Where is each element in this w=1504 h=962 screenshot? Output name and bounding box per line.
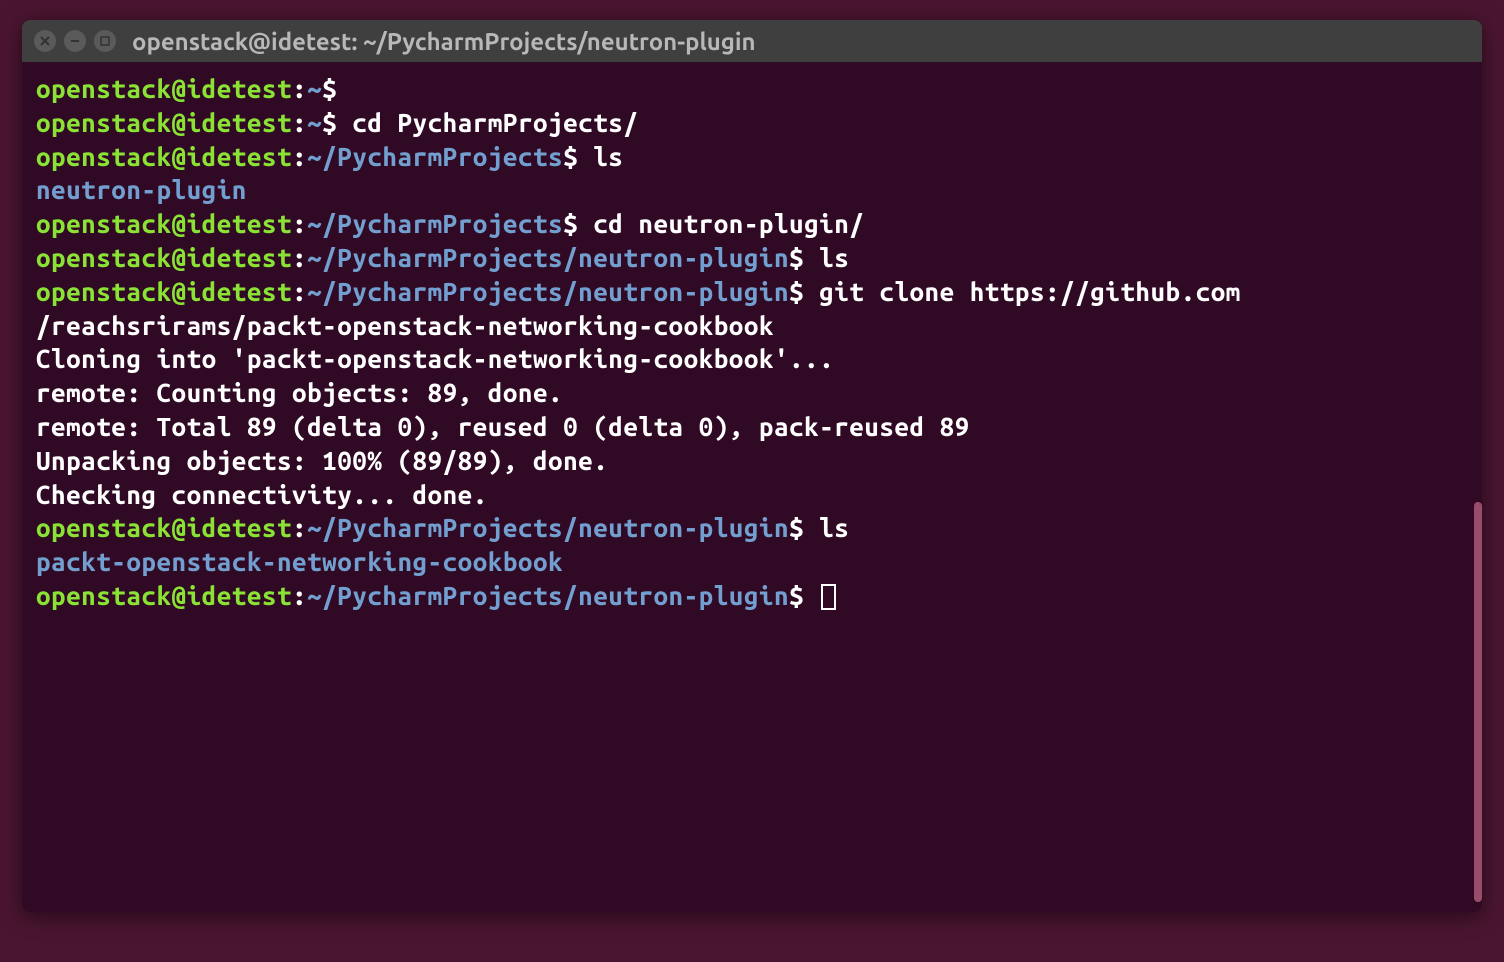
prompt-colon: :: [292, 209, 307, 238]
output-directory: neutron-plugin: [36, 175, 247, 204]
prompt-dollar: $: [322, 74, 337, 103]
prompt-colon: :: [292, 277, 307, 306]
window-controls: [34, 30, 116, 52]
close-icon: [40, 36, 50, 46]
prompt-user-host: openstack@idetest: [36, 513, 292, 542]
terminal-line: openstack@idetest:~/PycharmProjects/neut…: [36, 579, 1468, 613]
prompt-colon: :: [292, 142, 307, 171]
minimize-icon: [70, 36, 80, 46]
prompt-colon: :: [292, 581, 307, 610]
prompt-colon: :: [292, 108, 307, 137]
prompt-user-host: openstack@idetest: [36, 74, 292, 103]
output-text: Cloning into 'packt-openstack-networking…: [36, 344, 834, 373]
command-text: ls: [819, 513, 849, 542]
terminal-line: /reachsrirams/packt-openstack-networking…: [36, 309, 1468, 343]
prompt-path: ~/PycharmProjects/neutron-plugin: [307, 513, 789, 542]
scrollbar[interactable]: [1474, 502, 1482, 902]
command-text: /reachsrirams/packt-openstack-networking…: [36, 311, 774, 340]
terminal-window: openstack@idetest: ~/PycharmProjects/neu…: [22, 20, 1482, 912]
terminal-line: neutron-plugin: [36, 173, 1468, 207]
window-title: openstack@idetest: ~/PycharmProjects/neu…: [132, 28, 756, 55]
prompt-colon: :: [292, 74, 307, 103]
minimize-button[interactable]: [64, 30, 86, 52]
prompt-user-host: openstack@idetest: [36, 108, 292, 137]
command-text: ls: [819, 243, 849, 272]
command-text: git clone https://github.com: [819, 277, 1241, 306]
prompt-dollar: $: [322, 108, 337, 137]
prompt-user-host: openstack@idetest: [36, 142, 292, 171]
prompt-user-host: openstack@idetest: [36, 277, 292, 306]
prompt-dollar: $: [789, 581, 804, 610]
command-text: cd neutron-plugin/: [593, 209, 864, 238]
terminal-line: openstack@idetest:~/PycharmProjects/neut…: [36, 241, 1468, 275]
output-directory: packt-openstack-networking-cookbook: [36, 547, 563, 576]
maximize-button[interactable]: [94, 30, 116, 52]
prompt-path: ~/PycharmProjects/neutron-plugin: [307, 277, 789, 306]
terminal-line: Cloning into 'packt-openstack-networking…: [36, 342, 1468, 376]
prompt-colon: :: [292, 243, 307, 272]
terminal-line: Checking connectivity... done.: [36, 478, 1468, 512]
prompt-dollar: $: [789, 513, 804, 542]
prompt-dollar: $: [563, 209, 578, 238]
prompt-path: ~/PycharmProjects/neutron-plugin: [307, 243, 789, 272]
output-text: Unpacking objects: 100% (89/89), done.: [36, 446, 608, 475]
terminal-line: Unpacking objects: 100% (89/89), done.: [36, 444, 1468, 478]
titlebar[interactable]: openstack@idetest: ~/PycharmProjects/neu…: [22, 20, 1482, 62]
cursor: [821, 584, 836, 610]
terminal-line: openstack@idetest:~/PycharmProjects/neut…: [36, 275, 1468, 309]
terminal-line: remote: Counting objects: 89, done.: [36, 376, 1468, 410]
terminal-line: remote: Total 89 (delta 0), reused 0 (de…: [36, 410, 1468, 444]
terminal-line: openstack@idetest:~$ cd PycharmProjects/: [36, 106, 1468, 140]
prompt-user-host: openstack@idetest: [36, 243, 292, 272]
command-text: cd PycharmProjects/: [352, 108, 638, 137]
prompt-path: ~: [307, 74, 322, 103]
terminal-body[interactable]: openstack@idetest:~$ openstack@idetest:~…: [22, 62, 1482, 912]
prompt-colon: :: [292, 513, 307, 542]
prompt-path: ~: [307, 108, 322, 137]
prompt-path: ~/PycharmProjects: [307, 142, 563, 171]
prompt-path: ~/PycharmProjects: [307, 209, 563, 238]
prompt-path: ~/PycharmProjects/neutron-plugin: [307, 581, 789, 610]
command-text: ls: [593, 142, 623, 171]
prompt-user-host: openstack@idetest: [36, 209, 292, 238]
output-text: Checking connectivity... done.: [36, 480, 488, 509]
output-text: remote: Total 89 (delta 0), reused 0 (de…: [36, 412, 970, 441]
prompt-dollar: $: [789, 277, 804, 306]
close-button[interactable]: [34, 30, 56, 52]
prompt-dollar: $: [789, 243, 804, 272]
terminal-line: openstack@idetest:~/PycharmProjects$ cd …: [36, 207, 1468, 241]
maximize-icon: [100, 36, 110, 46]
output-text: remote: Counting objects: 89, done.: [36, 378, 563, 407]
terminal-line: openstack@idetest:~/PycharmProjects$ ls: [36, 140, 1468, 174]
prompt-user-host: openstack@idetest: [36, 581, 292, 610]
terminal-line: packt-openstack-networking-cookbook: [36, 545, 1468, 579]
prompt-dollar: $: [563, 142, 578, 171]
terminal-line: openstack@idetest:~$: [36, 72, 1468, 106]
terminal-line: openstack@idetest:~/PycharmProjects/neut…: [36, 511, 1468, 545]
